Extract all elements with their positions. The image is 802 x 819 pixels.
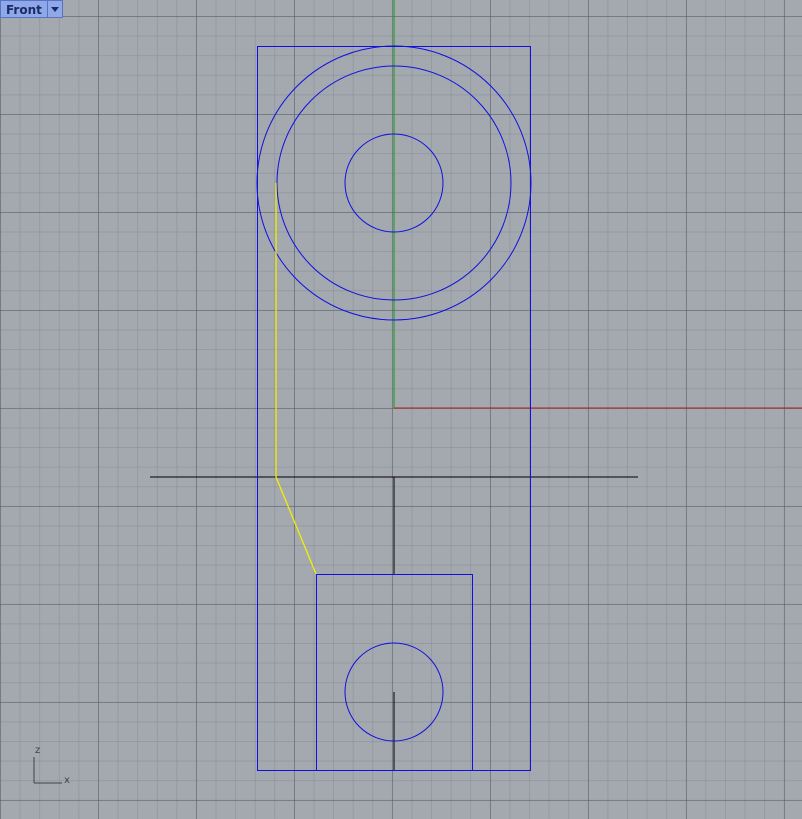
viewport-menu-button[interactable]: [46, 0, 63, 18]
drawing-canvas[interactable]: z x: [0, 0, 802, 819]
viewport-title-tab[interactable]: Front: [0, 0, 63, 18]
caret-down-icon: [50, 6, 59, 12]
viewport-name-label[interactable]: Front: [0, 0, 47, 18]
selected-polyline[interactable]: [275, 183, 317, 575]
axis-widget: z x: [33, 745, 70, 786]
axis-widget-x-label: x: [64, 775, 70, 786]
axis-widget-z-label: z: [35, 745, 40, 756]
front-viewport[interactable]: Front z x: [0, 0, 802, 819]
